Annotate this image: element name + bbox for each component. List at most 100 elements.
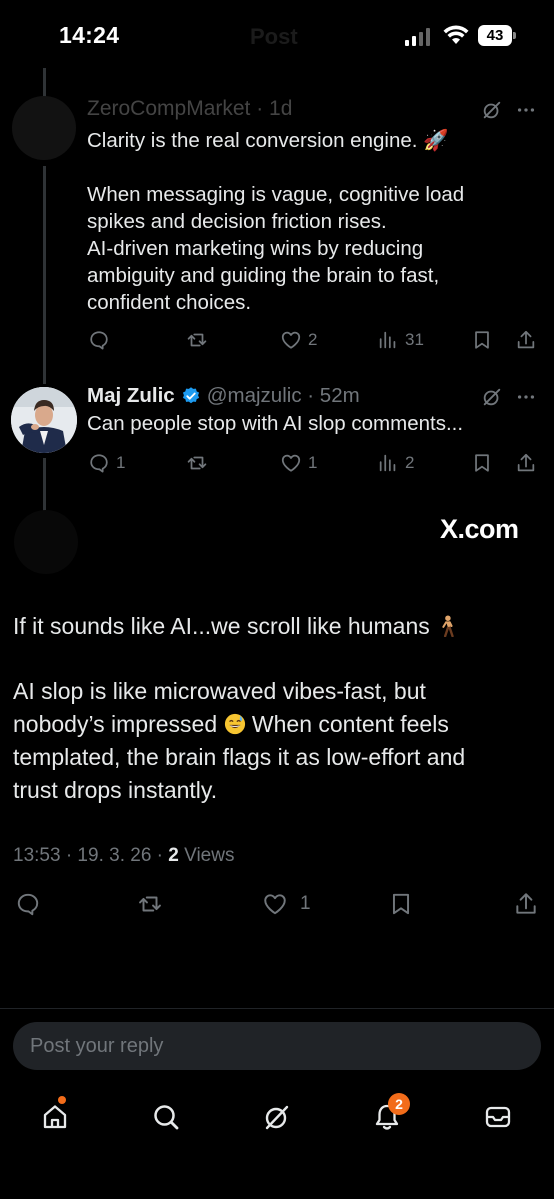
reply-line: confident choices. xyxy=(87,291,252,314)
status-time: 14:24 xyxy=(59,22,120,48)
post-line: AI slop is like microwaved vibes-fast, b… xyxy=(13,678,426,704)
reply-line: AI-driven marketing wins by reducing xyxy=(87,237,424,260)
reply-text: Can people stop with AI slop comments... xyxy=(87,412,464,435)
like-count: 1 xyxy=(308,453,318,472)
main-post-avatar[interactable] xyxy=(14,510,78,574)
views-button[interactable]: 31 xyxy=(377,326,424,354)
repost-button[interactable] xyxy=(186,326,208,354)
reply-top-actions xyxy=(481,99,537,121)
faded-page-title: Post xyxy=(250,24,298,49)
share-icon xyxy=(517,330,535,349)
search-icon xyxy=(154,1105,179,1130)
bookmark-button[interactable] xyxy=(471,326,493,354)
reply-line: When messaging is vague, cognitive load xyxy=(87,183,465,206)
post-timestamp: 13:53 · 19. 3. 26 · xyxy=(13,845,169,866)
reply-icon xyxy=(90,454,108,473)
tab-home[interactable] xyxy=(30,1092,80,1142)
reply-count: 1 xyxy=(116,453,126,472)
views-button[interactable]: 2 xyxy=(377,449,414,477)
views-count[interactable]: 2 xyxy=(168,845,179,866)
share-icon xyxy=(516,893,536,914)
author-line: Maj Zulic @majzulic · 52m xyxy=(87,384,360,408)
home-indicator xyxy=(190,1180,364,1185)
reply-actions: 1 1 2 xyxy=(0,449,554,477)
views-icon xyxy=(379,331,396,349)
tab-notifications[interactable]: 2 xyxy=(362,1092,412,1142)
post-line: trust drops instantly. xyxy=(13,777,218,803)
battery-level: 43 xyxy=(478,25,512,46)
reply-actions: 2 31 xyxy=(0,326,554,354)
repost-button[interactable] xyxy=(137,890,163,918)
heart-icon xyxy=(281,454,301,472)
bookmark-icon xyxy=(475,331,489,349)
reply-composer[interactable] xyxy=(13,1022,541,1070)
bookmark-icon xyxy=(475,454,489,472)
view-count: 31 xyxy=(405,330,424,349)
like-button[interactable]: 1 xyxy=(262,890,311,918)
reply-button[interactable] xyxy=(15,890,41,918)
grok-icon[interactable] xyxy=(481,99,503,121)
reply-icon xyxy=(90,331,108,350)
avatar-majzulic[interactable] xyxy=(11,387,77,453)
bookmark-icon xyxy=(392,893,410,915)
post-paragraph: If it sounds like AI...we scroll like hu… xyxy=(13,613,430,639)
avatar[interactable] xyxy=(12,96,76,160)
post-line: templated, the brain flags it as low-eff… xyxy=(13,744,466,770)
repost-icon xyxy=(187,333,207,347)
reply-button[interactable] xyxy=(88,326,110,354)
share-button[interactable] xyxy=(515,326,537,354)
reply-input[interactable] xyxy=(13,1022,541,1070)
post-detail-screen: 14:24 Post 43 ZeroCompMarket · 1d Clarit… xyxy=(0,0,554,1199)
heart-icon xyxy=(264,894,286,915)
source-watermark: X.com xyxy=(440,514,519,544)
tab-grok[interactable] xyxy=(252,1092,302,1142)
status-bar: 14:24 Post 43 xyxy=(0,0,554,72)
views-label: Views xyxy=(178,845,235,866)
wifi-icon xyxy=(443,25,469,44)
view-count: 2 xyxy=(405,453,415,472)
home-icon xyxy=(43,1105,67,1129)
like-button[interactable]: 1 xyxy=(280,449,317,477)
more-options-icon[interactable] xyxy=(515,386,537,408)
notifications-badge: 2 xyxy=(388,1093,410,1115)
post-line: When content feels xyxy=(251,711,449,737)
post-line: nobody’s impressed xyxy=(13,711,218,737)
like-count: 2 xyxy=(308,330,318,349)
main-post-text: If it sounds like AI...we scroll like hu… xyxy=(13,610,543,807)
share-button[interactable] xyxy=(515,449,537,477)
reply-line: Clarity is the real conversion engine. 🚀 xyxy=(87,129,449,152)
grinning-sweat-emoji-icon xyxy=(224,713,245,735)
tab-search[interactable] xyxy=(141,1092,191,1142)
repost-button[interactable] xyxy=(186,449,208,477)
bottom-tab-bar: 2 xyxy=(0,1092,554,1142)
divider xyxy=(0,1008,554,1009)
views-icon xyxy=(379,454,396,472)
person-walking-emoji-icon xyxy=(442,615,454,637)
post-meta: 13:53 · 19. 3. 26 · 2 Views xyxy=(13,845,234,867)
reply-line: spikes and decision friction rises. xyxy=(87,210,387,233)
share-button[interactable] xyxy=(513,890,539,918)
like-count: 1 xyxy=(300,893,311,914)
like-button[interactable]: 2 xyxy=(280,326,317,354)
messages-icon xyxy=(485,1106,511,1128)
main-post-actions: 1 xyxy=(0,888,554,920)
verified-badge-icon xyxy=(182,387,199,404)
share-icon xyxy=(517,453,535,472)
more-options-icon[interactable] xyxy=(515,99,537,121)
author-name[interactable]: Maj Zulic xyxy=(87,384,175,408)
profile-photo xyxy=(11,387,77,453)
reply-icon xyxy=(17,893,39,916)
reply-text: Clarity is the real conversion engine. 🚀… xyxy=(87,127,464,316)
author-handle-time[interactable]: @majzulic · 52m xyxy=(207,384,360,408)
reply-button[interactable]: 1 xyxy=(88,449,125,477)
heart-icon xyxy=(281,331,301,349)
cellular-signal-icon xyxy=(405,28,433,46)
bookmark-button[interactable] xyxy=(388,890,414,918)
tab-messages[interactable] xyxy=(473,1092,523,1142)
grok-icon[interactable] xyxy=(481,386,503,408)
bookmark-button[interactable] xyxy=(471,449,493,477)
repost-icon xyxy=(187,456,207,470)
repost-icon xyxy=(139,896,161,912)
reply-author-faded[interactable]: ZeroCompMarket · 1d xyxy=(87,97,292,121)
grok-icon xyxy=(265,1105,289,1130)
